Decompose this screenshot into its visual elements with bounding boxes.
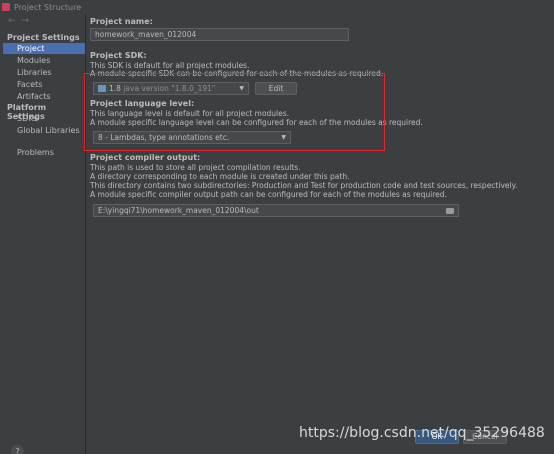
sidebar-item-facets[interactable]: Facets [3,79,85,90]
window-title: Project Structure [14,2,82,12]
sidebar-item-sdks[interactable]: SDKs [3,113,85,124]
compiler-output-path: E:\yingqi71\homework_maven_012004\out [98,206,259,215]
sidebar-item-artifacts[interactable]: Artifacts [3,91,85,102]
sidebar-item-problems[interactable]: Problems [3,147,85,158]
sidebar-item-global-libraries[interactable]: Global Libraries [3,125,85,136]
sidebar-item-modules[interactable]: Modules [3,55,85,66]
sidebar-item-project[interactable]: Project [3,43,85,54]
help-button[interactable]: ? [11,445,24,454]
compiler-output-path-input[interactable]: E:\yingqi71\homework_maven_012004\out [93,204,459,217]
watermark: https://blog.csdn.net/qq_35296488 [299,425,545,441]
compiler-output-desc-2: A directory corresponding to each module… [90,172,350,181]
title-bar: Project Structure [0,0,554,14]
sidebar: ← → Project Settings Project Modules Lib… [0,14,86,454]
project-name-input[interactable]: homework_maven_012004 [90,28,349,41]
highlight-box [84,73,385,151]
compiler-output-desc-4: A module specific compiler output path c… [90,190,447,199]
forward-arrow-icon[interactable]: → [22,16,30,26]
sidebar-item-libraries[interactable]: Libraries [3,67,85,78]
nav-arrows: ← → [8,16,29,26]
compiler-output-label: Project compiler output: [90,153,201,162]
compiler-output-desc-3: This directory contains two subdirectori… [90,181,518,190]
project-settings-header: Project Settings [7,33,80,42]
back-arrow-icon[interactable]: ← [8,16,16,26]
folder-icon[interactable] [446,208,454,214]
app-icon [2,3,10,11]
project-sdk-label: Project SDK: [90,51,147,60]
project-name-label: Project name: [90,17,153,26]
compiler-output-desc-1: This path is used to store all project c… [90,163,301,172]
